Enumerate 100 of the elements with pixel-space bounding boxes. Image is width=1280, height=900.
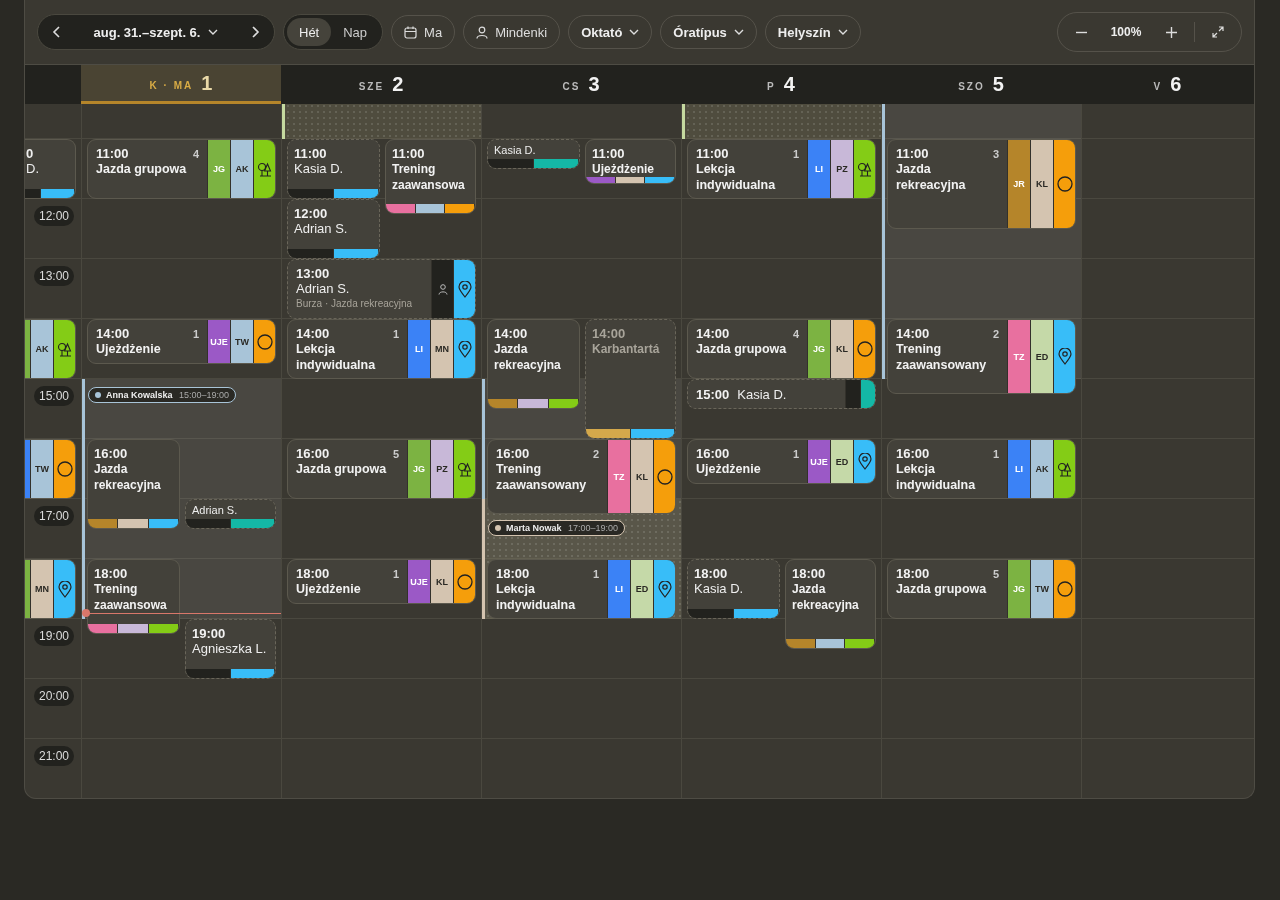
event-card[interactable]: 13:00 Adrian S. Burza · Jazda rekreacyjna xyxy=(287,259,476,319)
tag-label: LI xyxy=(1007,440,1030,498)
location-pin-icon xyxy=(457,280,472,298)
event-time: 12:00 xyxy=(294,206,328,221)
circle-icon xyxy=(1056,176,1073,192)
event-card[interactable]: 12:00 Adrian S. xyxy=(287,199,380,259)
event-text: 0 xyxy=(26,146,35,161)
event-title: Trening zaawansowany xyxy=(896,341,988,373)
person-icon xyxy=(437,283,448,295)
event-time: 11:00 xyxy=(294,146,327,161)
instructor-label: Marta Nowak 17:00–19:00 xyxy=(488,520,626,536)
event-card[interactable]: Adrian S. xyxy=(185,499,276,529)
tag-label: LI xyxy=(807,140,830,198)
event-card[interactable]: 11:00 4 Jazda grupowa JG AK xyxy=(87,139,276,199)
event-card[interactable]: 11:00 1 Lekcja indywidualna LI PZ xyxy=(687,139,876,199)
event-card[interactable]: 15:00 Kasia D. xyxy=(687,379,876,409)
event-card[interactable]: 11:00 Ujeżdżenie xyxy=(585,139,676,184)
event-time: 18:00 xyxy=(296,566,330,581)
event-card[interactable]: 18:00 Trening zaawansowa xyxy=(87,559,180,634)
event-card[interactable]: 18:00 1 Ujeżdżenie UJE KL xyxy=(287,559,476,604)
event-card[interactable]: 14:00 2 Trening zaawansowany TZ ED xyxy=(887,319,1076,394)
circle-icon xyxy=(656,468,673,485)
event-title: Lekcja indywidualna xyxy=(696,161,777,193)
event-card[interactable]: 11:00 Kasia D. xyxy=(287,139,380,199)
event-card[interactable]: MN xyxy=(25,559,76,619)
event-title: Karbantartá xyxy=(592,341,661,357)
event-card[interactable]: Kasia D. xyxy=(487,139,580,169)
event-time: 11:00 xyxy=(392,146,425,161)
event-title: Lekcja indywidualna xyxy=(296,341,377,373)
view-tab[interactable]: Hét xyxy=(287,18,332,46)
tag-label: AK xyxy=(230,140,253,198)
day-header: P 4 xyxy=(766,72,796,97)
event-time: 11:00 xyxy=(896,146,929,161)
day-header: SZE 2 xyxy=(357,72,405,97)
view-tab[interactable]: Nap xyxy=(331,18,380,46)
event-card[interactable]: 18:00 Jazda rekreacyjna xyxy=(785,559,876,649)
zoom-level: 100% xyxy=(1109,25,1143,39)
tag-label: UJE xyxy=(407,560,430,603)
event-card[interactable]: 14:00 1 Lekcja indywidualna LI MN xyxy=(287,319,476,379)
participant-count: 1 xyxy=(392,568,399,580)
time-label: 15:00 xyxy=(34,386,75,406)
time-label: 19:00 xyxy=(34,626,75,646)
event-card[interactable]: 16:00 1 Ujeżdżenie UJE ED xyxy=(687,439,876,484)
event-card[interactable]: 18:00 Kasia D. xyxy=(687,559,780,619)
event-card[interactable]: 11:00 Trening zaawansowa xyxy=(385,139,476,214)
event-time: 11:00 xyxy=(696,146,729,161)
event-note: Burza · Jazda rekreacyjna xyxy=(296,298,414,309)
tag-label: JG xyxy=(807,320,830,378)
participant-count: 1 xyxy=(392,328,399,340)
event-card[interactable]: 18:00 5 Jazda grupowa JG TW xyxy=(887,559,1076,619)
tag-label: JR xyxy=(1007,140,1030,228)
tag-label: KL xyxy=(830,320,853,378)
event-card[interactable]: AK xyxy=(25,319,76,379)
participant-count: 1 xyxy=(192,328,199,340)
event-text: D. xyxy=(26,161,40,176)
event-time: 16:00 xyxy=(94,446,128,461)
tag-label: TZ xyxy=(1007,320,1030,393)
event-title: Trening zaawansowa xyxy=(94,581,168,613)
event-time: 14:00 xyxy=(296,326,330,341)
event-card[interactable]: 16:00 1 Lekcja indywidualna LI AK xyxy=(887,439,1076,499)
date-range-dropdown[interactable]: aug. 31.–szept. 6. xyxy=(87,23,225,41)
caret-icon xyxy=(208,29,219,35)
event-title: Jazda rekreacyjna xyxy=(792,581,860,613)
event-card[interactable]: 16:00 Jazda rekreacyjna xyxy=(87,439,180,529)
circle-icon xyxy=(1056,581,1073,597)
day-header: V 6 xyxy=(1152,72,1183,97)
event-name: Kasia D. xyxy=(694,581,745,596)
event-name: Kasia D. xyxy=(294,161,345,176)
event-title: Jazda grupowa xyxy=(896,581,988,597)
person-icon xyxy=(476,25,489,39)
event-title: Lekcja indywidualna xyxy=(496,581,577,613)
event-title: Ujeżdżenie xyxy=(696,461,762,477)
event-card[interactable]: 14:00 4 Jazda grupowa JG KL xyxy=(687,319,876,379)
event-name: Adrian S. xyxy=(296,281,351,296)
caret-icon xyxy=(733,29,744,35)
event-time: 16:00 xyxy=(896,446,930,461)
event-card[interactable]: 11:00 3 Jazda rekreacyjna JR KL xyxy=(887,139,1076,229)
event-time: 18:00 xyxy=(896,566,930,581)
event-card[interactable]: TW xyxy=(25,439,76,499)
event-card[interactable]: 14:00 Karbantartá xyxy=(585,319,676,439)
event-card[interactable]: 16:00 5 Jazda grupowa JG PZ xyxy=(287,439,476,499)
day-header: K · MA 1 xyxy=(81,65,281,104)
event-card[interactable]: 19:00 Agnieszka L. xyxy=(185,619,276,679)
event-card[interactable]: 0 D. xyxy=(25,139,76,199)
location-pin-icon xyxy=(657,580,672,598)
location-pin-icon xyxy=(457,340,472,358)
tag-label: UJE xyxy=(207,320,230,363)
event-card[interactable]: 18:00 1 Lekcja indywidualna LI ED xyxy=(487,559,676,619)
event-title: Ujeżdżenie xyxy=(96,341,162,357)
participant-count: 1 xyxy=(792,448,799,460)
event-card[interactable]: 14:00 1 Ujeżdżenie UJE TW xyxy=(87,319,276,364)
location-pin-icon xyxy=(57,580,72,598)
tag-label: MN xyxy=(30,560,53,618)
event-card[interactable]: 14:00 Jazda rekreacyjna xyxy=(487,319,580,409)
tag-label: JG xyxy=(207,140,230,198)
event-card[interactable]: 16:00 2 Trening zaawansowany TZ KL xyxy=(487,439,676,514)
event-title: Jazda rekreacyjna xyxy=(494,341,562,373)
tag-label: KL xyxy=(630,440,653,513)
event-title: Ujeżdżenie xyxy=(592,161,655,177)
tag-label: LI xyxy=(407,320,430,378)
